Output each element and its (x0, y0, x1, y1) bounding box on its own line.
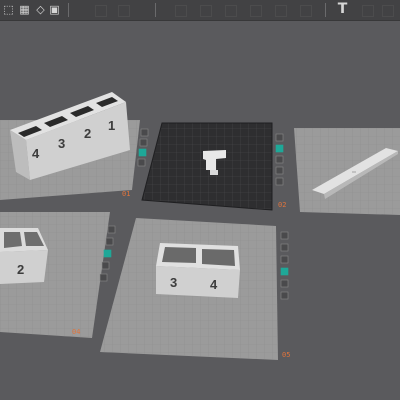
part-label: 3 (170, 275, 177, 290)
plate-number: 01 (122, 190, 130, 198)
part-label: 4 (210, 277, 218, 292)
toolbar-divider (325, 3, 326, 17)
faint-tool-icon[interactable] (175, 5, 187, 17)
plate-tool-icon[interactable] (280, 279, 289, 288)
build-plate-03[interactable] (294, 128, 400, 215)
plate-tool-active-icon[interactable] (280, 267, 289, 276)
part-label: 3 (58, 136, 65, 151)
plate-tool-active-icon[interactable] (138, 148, 147, 157)
plate-tool-icon[interactable] (280, 255, 289, 264)
plate-tool-icon[interactable] (105, 237, 114, 246)
image-icon[interactable]: ▣ (48, 3, 61, 16)
part-label: 2 (17, 262, 24, 277)
plate-tool-active-icon[interactable] (103, 249, 112, 258)
build-plate-02[interactable]: 02 (141, 122, 286, 211)
top-toolbar: ⬚ ▦ ◇ ▣ T (0, 0, 400, 21)
faint-tool-icon[interactable] (225, 5, 237, 17)
plate-tool-icon[interactable] (280, 231, 289, 240)
build-plate-04[interactable]: 2 04 (0, 212, 116, 338)
plate-tool-icon[interactable] (107, 225, 116, 234)
plate-tool-icon[interactable] (139, 138, 148, 147)
faint-tool-icon[interactable] (95, 5, 107, 17)
faint-tool-icon[interactable] (200, 5, 212, 17)
cube-icon[interactable]: ⬚ (2, 3, 15, 16)
plate-tool-icon[interactable] (101, 261, 110, 270)
plate-number: 05 (282, 351, 290, 359)
plate-tool-icon[interactable] (140, 128, 149, 137)
part-label: 4 (32, 146, 40, 161)
faint-tool-icon[interactable] (275, 5, 287, 17)
faint-tool-icon[interactable] (118, 5, 130, 17)
3d-viewport[interactable]: 4 3 2 1 01 02 2 04 3 4 05 (0, 20, 400, 400)
plate-tool-active-icon[interactable] (275, 144, 284, 153)
plate-number: 02 (278, 201, 286, 209)
faint-tool-icon[interactable] (300, 5, 312, 17)
rotate-icon[interactable]: ◇ (34, 3, 47, 16)
build-plate-05[interactable]: 3 4 05 (100, 218, 290, 360)
grid-icon[interactable]: ▦ (18, 3, 31, 16)
faint-tool-icon[interactable] (382, 5, 394, 17)
part-label: 2 (84, 126, 91, 141)
faint-tool-icon[interactable] (250, 5, 262, 17)
plate-tool-icon[interactable] (280, 243, 289, 252)
plate-tool-icon[interactable] (275, 166, 284, 175)
part-box-2[interactable]: 2 (0, 228, 48, 284)
faint-tool-icon[interactable] (362, 5, 374, 17)
plate-number: 04 (72, 328, 80, 336)
plate-tool-icon[interactable] (275, 177, 284, 186)
toolbar-divider (68, 3, 69, 17)
part-label: 1 (108, 118, 115, 133)
text-tool-icon[interactable]: T (336, 2, 349, 16)
build-plate-01[interactable]: 4 3 2 1 01 (0, 92, 149, 200)
plate-tool-icon[interactable] (137, 158, 146, 167)
toolbar-divider (155, 3, 156, 17)
plate-tool-icon[interactable] (99, 273, 108, 282)
plate-tool-icon[interactable] (280, 291, 289, 300)
part-box-34[interactable]: 3 4 (156, 243, 240, 298)
plate-tool-icon[interactable] (275, 133, 284, 142)
plate-tool-icon[interactable] (275, 155, 284, 164)
